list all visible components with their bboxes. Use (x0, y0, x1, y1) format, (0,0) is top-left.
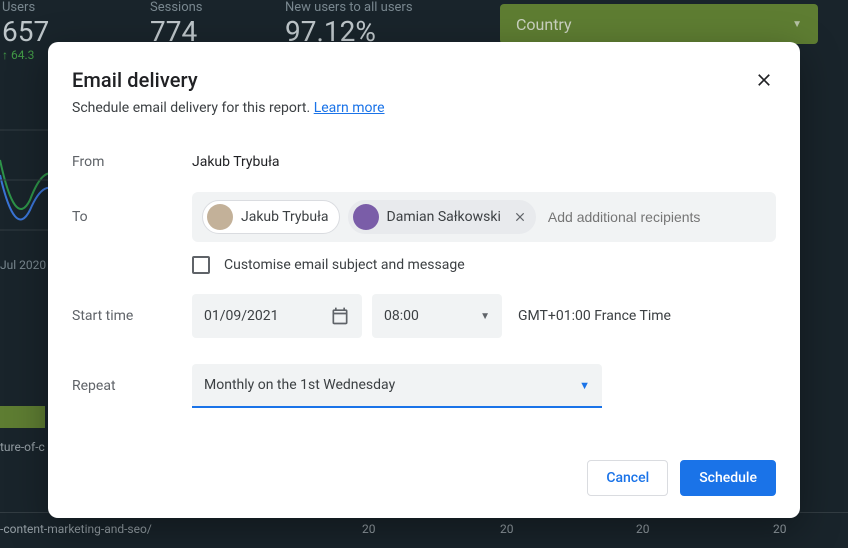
recipient-chip-1[interactable]: Damian Sałkowski (348, 200, 536, 234)
close-icon (513, 210, 527, 224)
recipient-name: Damian Sałkowski (387, 209, 501, 225)
cancel-button[interactable]: Cancel (587, 460, 668, 496)
avatar-icon (207, 204, 233, 230)
customize-checkbox[interactable] (192, 256, 210, 274)
start-time-label: Start time (72, 308, 192, 324)
start-time-value: 08:00 (384, 308, 419, 324)
chevron-down-icon: ▼ (579, 379, 590, 392)
email-delivery-modal: Email delivery Schedule email delivery f… (48, 42, 800, 518)
start-date-value: 01/09/2021 (204, 308, 279, 324)
remove-recipient-button[interactable] (511, 208, 529, 226)
chevron-down-icon: ▼ (480, 311, 490, 322)
repeat-select[interactable]: Monthly on the 1st Wednesday ▼ (192, 364, 602, 408)
recipients-field[interactable]: Jakub Trybuła Damian Sałkowski (192, 192, 776, 242)
modal-subtitle-text: Schedule email delivery for this report. (72, 100, 310, 116)
close-icon (754, 70, 774, 90)
start-time-field[interactable]: 08:00 ▼ (372, 294, 502, 338)
from-label: From (72, 154, 192, 170)
recipient-chip-0[interactable]: Jakub Trybuła (202, 200, 340, 234)
learn-more-link[interactable]: Learn more (314, 100, 385, 116)
repeat-label: Repeat (72, 378, 192, 394)
start-date-field[interactable]: 01/09/2021 (192, 294, 362, 338)
add-recipient-input[interactable] (544, 203, 766, 231)
from-value: Jakub Trybuła (192, 154, 280, 170)
modal-title: Email delivery (72, 68, 776, 92)
recipient-name: Jakub Trybuła (241, 209, 329, 225)
timezone-text: GMT+01:00 France Time (518, 308, 671, 324)
to-label: To (72, 209, 192, 225)
customize-label: Customise email subject and message (224, 257, 465, 273)
schedule-button[interactable]: Schedule (680, 460, 776, 496)
modal-subtitle: Schedule email delivery for this report.… (72, 100, 776, 116)
repeat-value: Monthly on the 1st Wednesday (204, 377, 395, 393)
avatar-icon (353, 204, 379, 230)
calendar-icon (330, 306, 350, 326)
close-button[interactable] (748, 64, 780, 96)
